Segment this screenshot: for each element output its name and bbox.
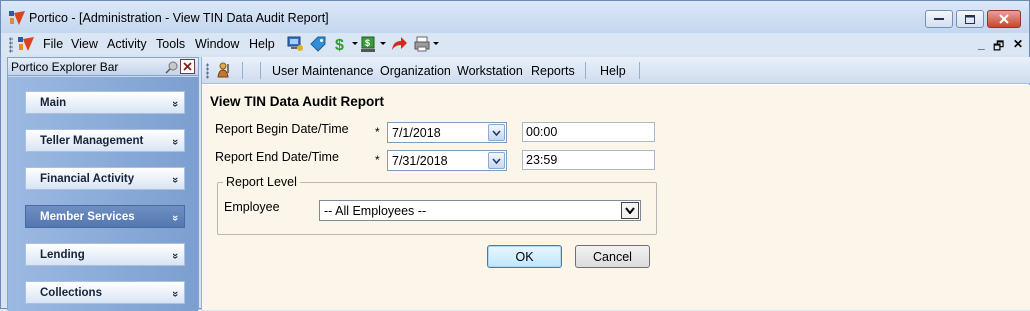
section-teller-management[interactable]: Teller Management » bbox=[25, 129, 185, 152]
tag-icon[interactable] bbox=[309, 35, 327, 53]
toolbar-grip[interactable] bbox=[206, 63, 209, 79]
main-area: User Maintenance Organization Workstatio… bbox=[201, 57, 1030, 310]
portico-logo-icon bbox=[9, 11, 25, 25]
admin-toolbar: User Maintenance Organization Workstatio… bbox=[202, 57, 1030, 84]
end-date-dropdown-button[interactable] bbox=[488, 152, 505, 169]
begin-date-value: 7/1/2018 bbox=[392, 126, 441, 140]
menu-bar: File View Activity Tools Window Help $ $ bbox=[1, 33, 1029, 55]
chevron-down-icon: » bbox=[168, 290, 181, 295]
nav-reports[interactable]: Reports bbox=[531, 64, 575, 78]
employee-label: Employee bbox=[224, 200, 280, 214]
section-label: Financial Activity bbox=[40, 172, 135, 185]
menu-file[interactable]: File bbox=[43, 37, 63, 51]
end-date-value: 7/31/2018 bbox=[392, 154, 448, 168]
chevron-down-icon bbox=[492, 157, 501, 164]
employee-select[interactable]: -- All Employees -- bbox=[319, 200, 641, 221]
menu-tools[interactable]: Tools bbox=[156, 37, 185, 51]
required-marker: * bbox=[375, 125, 380, 139]
chevron-down-icon bbox=[492, 129, 501, 136]
section-main[interactable]: Main » bbox=[25, 91, 185, 114]
chevron-down-icon: » bbox=[168, 214, 181, 219]
menu-activity[interactable]: Activity bbox=[107, 37, 147, 51]
minimize-icon bbox=[934, 18, 944, 20]
mdi-close-button[interactable]: ✕ bbox=[1013, 37, 1023, 51]
pin-icon[interactable] bbox=[165, 60, 179, 74]
nav-workstation[interactable]: Workstation bbox=[457, 64, 523, 78]
admin-user-icon[interactable] bbox=[215, 61, 233, 79]
maximize-button[interactable] bbox=[956, 10, 984, 28]
begin-time-field[interactable]: 00:00 bbox=[522, 122, 655, 142]
chevron-down-icon: » bbox=[168, 176, 181, 181]
app-window: Portico - [Administration - View TIN Dat… bbox=[0, 0, 1030, 311]
maximize-icon bbox=[965, 14, 975, 24]
mdi-minimize-button[interactable]: _ bbox=[978, 37, 985, 51]
section-label: Lending bbox=[40, 248, 85, 261]
begin-time-value: 00:00 bbox=[526, 125, 558, 139]
nav-user-maintenance[interactable]: User Maintenance bbox=[272, 64, 373, 78]
toolbar-separator bbox=[242, 62, 243, 79]
menu-view[interactable]: View bbox=[71, 37, 98, 51]
printer-dropdown-caret[interactable] bbox=[433, 42, 439, 45]
close-button[interactable] bbox=[987, 10, 1021, 28]
employee-select-value: -- All Employees -- bbox=[324, 204, 427, 218]
printer-icon[interactable] bbox=[413, 35, 431, 53]
close-icon bbox=[999, 14, 1009, 24]
report-level-legend: Report Level bbox=[223, 175, 300, 189]
required-marker: * bbox=[375, 153, 380, 167]
close-icon bbox=[183, 62, 192, 71]
section-label: Main bbox=[40, 96, 67, 109]
section-lending[interactable]: Lending » bbox=[25, 243, 185, 266]
nav-help[interactable]: Help bbox=[600, 64, 626, 78]
toolbar-separator bbox=[260, 62, 261, 79]
begin-datetime-label: Report Begin Date/Time bbox=[215, 122, 349, 136]
minimize-button[interactable] bbox=[925, 10, 953, 28]
svg-text:$: $ bbox=[365, 38, 370, 48]
menu-grip[interactable] bbox=[9, 37, 13, 53]
computer-icon[interactable] bbox=[286, 35, 304, 53]
employee-dropdown-button[interactable] bbox=[621, 202, 639, 219]
end-time-value: 23:59 bbox=[526, 153, 558, 167]
explorer-bar: Portico Explorer Bar Main » Teller Manag… bbox=[7, 57, 199, 311]
report-level-group: Report Level Employee -- All Employees -… bbox=[217, 175, 657, 235]
mdi-restore-button[interactable]: 🗗 bbox=[993, 37, 1004, 58]
begin-date-dropdown-button[interactable] bbox=[488, 124, 505, 141]
section-label: Collections bbox=[40, 286, 102, 299]
report-form: View TIN Data Audit Report Report Begin … bbox=[202, 85, 1030, 310]
section-financial-activity[interactable]: Financial Activity » bbox=[25, 167, 185, 190]
cancel-button[interactable]: Cancel bbox=[575, 245, 650, 268]
chevron-down-icon: » bbox=[168, 252, 181, 257]
menu-help[interactable]: Help bbox=[249, 37, 275, 51]
end-datetime-label: Report End Date/Time bbox=[215, 150, 339, 164]
portico-menu-icon[interactable] bbox=[18, 37, 34, 51]
dollar-icon[interactable]: $ bbox=[332, 35, 350, 53]
chevron-down-icon: » bbox=[168, 100, 181, 105]
title-bar: Portico - [Administration - View TIN Dat… bbox=[1, 1, 1029, 33]
chevron-down-icon: » bbox=[168, 138, 181, 143]
section-collections[interactable]: Collections » bbox=[25, 281, 185, 304]
begin-date-picker[interactable]: 7/1/2018 bbox=[387, 122, 507, 143]
page-title: View TIN Data Audit Report bbox=[210, 94, 385, 109]
section-label: Member Services bbox=[40, 210, 135, 223]
section-label: Teller Management bbox=[40, 134, 144, 147]
chevron-down-icon bbox=[625, 207, 635, 214]
nav-organization[interactable]: Organization bbox=[380, 64, 451, 78]
end-date-picker[interactable]: 7/31/2018 bbox=[387, 150, 507, 171]
toolbar-separator bbox=[585, 62, 586, 79]
explorer-body: Main » Teller Management » Financial Act… bbox=[8, 77, 198, 311]
dollar-dropdown-caret[interactable] bbox=[352, 42, 358, 45]
end-time-field[interactable]: 23:59 bbox=[522, 150, 655, 170]
toolbar-separator bbox=[639, 62, 640, 79]
forward-arrow-icon[interactable] bbox=[390, 35, 408, 53]
explorer-header: Portico Explorer Bar bbox=[8, 58, 198, 76]
cash-drawer-dropdown-caret[interactable] bbox=[380, 42, 386, 45]
menu-window[interactable]: Window bbox=[195, 37, 239, 51]
cash-drawer-icon[interactable]: $ bbox=[360, 35, 378, 53]
section-member-services[interactable]: Member Services » bbox=[25, 205, 185, 228]
window-title: Portico - [Administration - View TIN Dat… bbox=[29, 11, 329, 25]
ok-button[interactable]: OK bbox=[487, 245, 562, 268]
svg-text:$: $ bbox=[335, 37, 344, 53]
explorer-title: Portico Explorer Bar bbox=[11, 60, 119, 74]
explorer-close-button[interactable] bbox=[180, 59, 195, 74]
